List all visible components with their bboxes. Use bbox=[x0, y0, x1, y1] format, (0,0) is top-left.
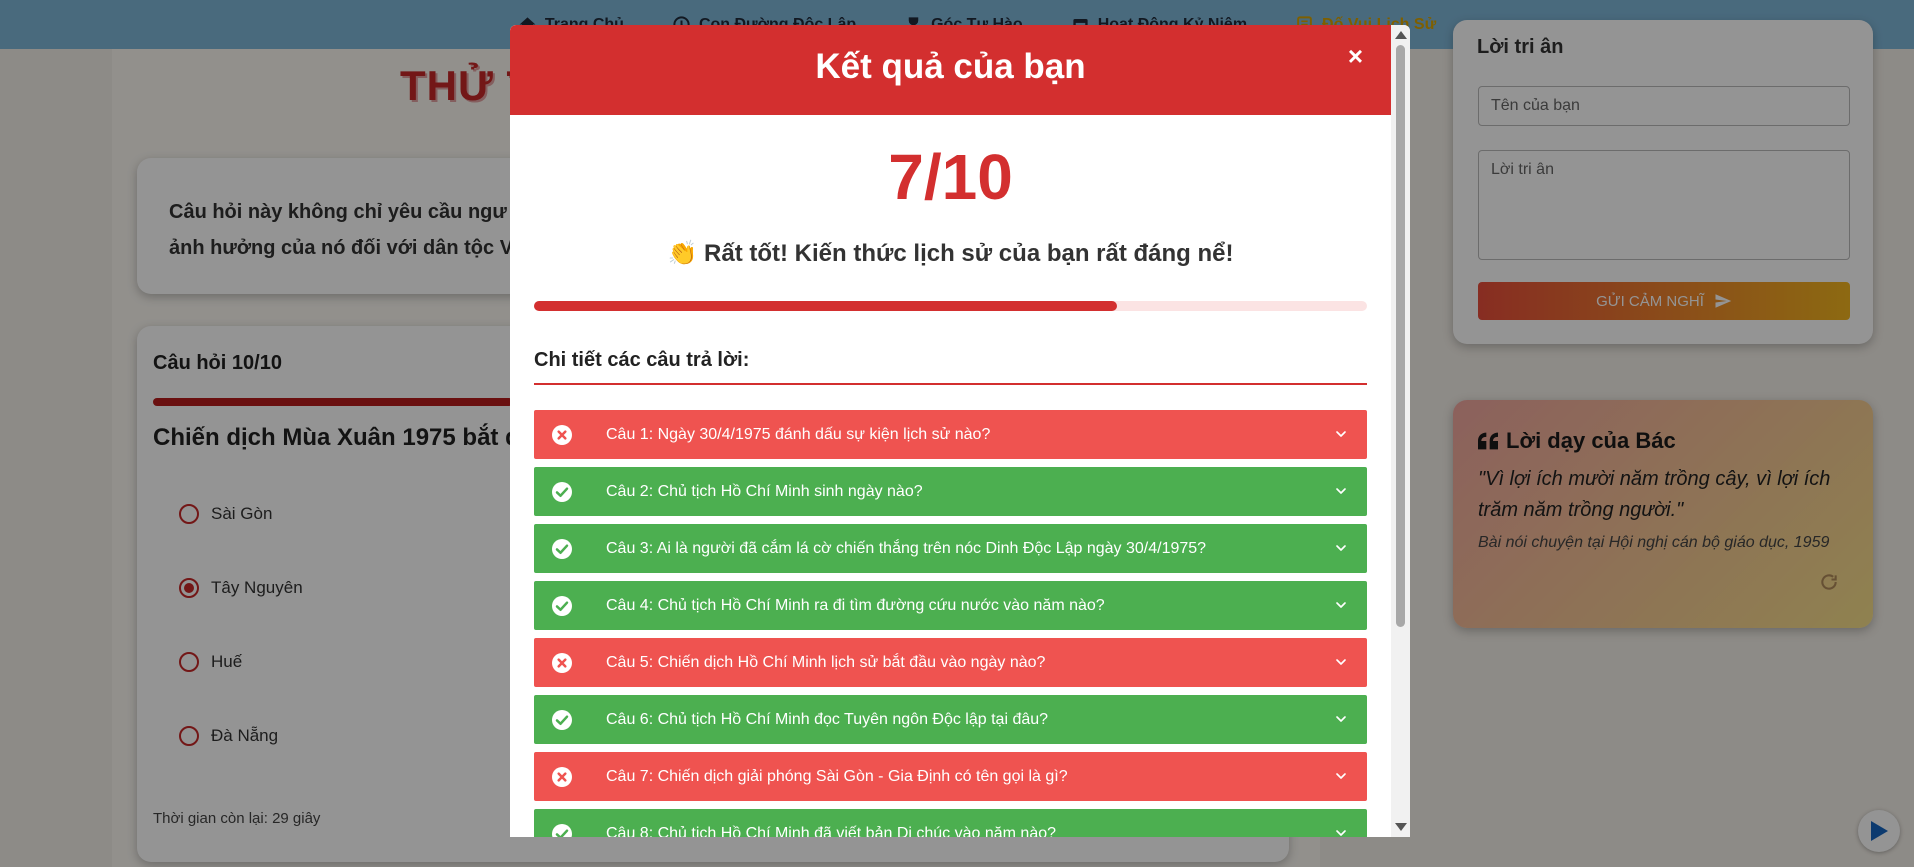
close-button[interactable]: × bbox=[1348, 43, 1363, 69]
details-title: Chi tiết các câu trả lời: bbox=[534, 349, 750, 371]
answer-item[interactable]: Câu 3: Ai là người đã cắm lá cờ chiến th… bbox=[534, 524, 1367, 573]
chevron-down-icon[interactable] bbox=[1333, 825, 1349, 837]
answer-list: Câu 1: Ngày 30/4/1975 đánh dấu sự kiện l… bbox=[534, 410, 1367, 837]
modal-title: Kết quả của bạn bbox=[815, 47, 1086, 86]
answer-item[interactable]: Câu 6: Chủ tịch Hồ Chí Minh đọc Tuyên ng… bbox=[534, 695, 1367, 744]
details-divider bbox=[534, 383, 1367, 385]
result-message: 👏 Rất tốt! Kiến thức lịch sử của bạn rất… bbox=[667, 240, 1234, 267]
modal-scrollbar[interactable] bbox=[1391, 25, 1410, 837]
answer-text: Câu 1: Ngày 30/4/1975 đánh dấu sự kiện l… bbox=[606, 425, 991, 443]
result-modal: Kết quả của bạn × 7/10 👏 Rất tốt! Kiến t… bbox=[510, 25, 1410, 837]
chevron-down-icon[interactable] bbox=[1333, 483, 1349, 499]
x-circle-icon bbox=[552, 424, 572, 445]
scroll-up-arrow[interactable] bbox=[1395, 31, 1407, 39]
scroll-thumb[interactable] bbox=[1396, 45, 1405, 627]
answer-text: Câu 5: Chiến dịch Hồ Chí Minh lịch sử bắ… bbox=[606, 653, 1046, 671]
check-circle-icon bbox=[552, 481, 572, 502]
check-circle-icon bbox=[552, 823, 572, 837]
chevron-down-icon[interactable] bbox=[1333, 426, 1349, 442]
answer-text: Câu 3: Ai là người đã cắm lá cờ chiến th… bbox=[606, 539, 1207, 557]
x-circle-icon bbox=[552, 766, 572, 787]
answer-item[interactable]: Câu 1: Ngày 30/4/1975 đánh dấu sự kiện l… bbox=[534, 410, 1367, 459]
check-circle-icon bbox=[552, 538, 572, 559]
check-circle-icon bbox=[552, 595, 572, 616]
chevron-down-icon[interactable] bbox=[1333, 597, 1349, 613]
score-display: 7/10 bbox=[888, 141, 1013, 213]
answer-text: Câu 4: Chủ tịch Hồ Chí Minh ra đi tìm đư… bbox=[606, 596, 1105, 614]
x-circle-icon bbox=[552, 652, 572, 673]
answer-item[interactable]: Câu 2: Chủ tịch Hồ Chí Minh sinh ngày nà… bbox=[534, 467, 1367, 516]
answer-text: Câu 2: Chủ tịch Hồ Chí Minh sinh ngày nà… bbox=[606, 482, 923, 500]
chevron-down-icon[interactable] bbox=[1333, 540, 1349, 556]
answer-item[interactable]: Câu 5: Chiến dịch Hồ Chí Minh lịch sử bắ… bbox=[534, 638, 1367, 687]
chevron-down-icon[interactable] bbox=[1333, 654, 1349, 670]
modal-header: Kết quả của bạn × bbox=[510, 25, 1391, 115]
score-progress-fill bbox=[534, 301, 1118, 311]
answer-item[interactable]: Câu 4: Chủ tịch Hồ Chí Minh ra đi tìm đư… bbox=[534, 581, 1367, 630]
chevron-down-icon[interactable] bbox=[1333, 768, 1349, 784]
answer-text: Câu 6: Chủ tịch Hồ Chí Minh đọc Tuyên ng… bbox=[606, 710, 1049, 728]
answer-text: Câu 8: Chủ tịch Hồ Chí Minh đã viết bản … bbox=[606, 824, 1057, 838]
check-circle-icon bbox=[552, 709, 572, 730]
chevron-down-icon[interactable] bbox=[1333, 711, 1349, 727]
answer-item[interactable]: Câu 7: Chiến dịch giải phóng Sài Gòn - G… bbox=[534, 752, 1367, 801]
answer-text: Câu 7: Chiến dịch giải phóng Sài Gòn - G… bbox=[606, 767, 1068, 785]
score-progress-bar bbox=[534, 301, 1367, 311]
answer-item[interactable]: Câu 8: Chủ tịch Hồ Chí Minh đã viết bản … bbox=[534, 809, 1367, 837]
scroll-down-arrow[interactable] bbox=[1395, 823, 1407, 831]
